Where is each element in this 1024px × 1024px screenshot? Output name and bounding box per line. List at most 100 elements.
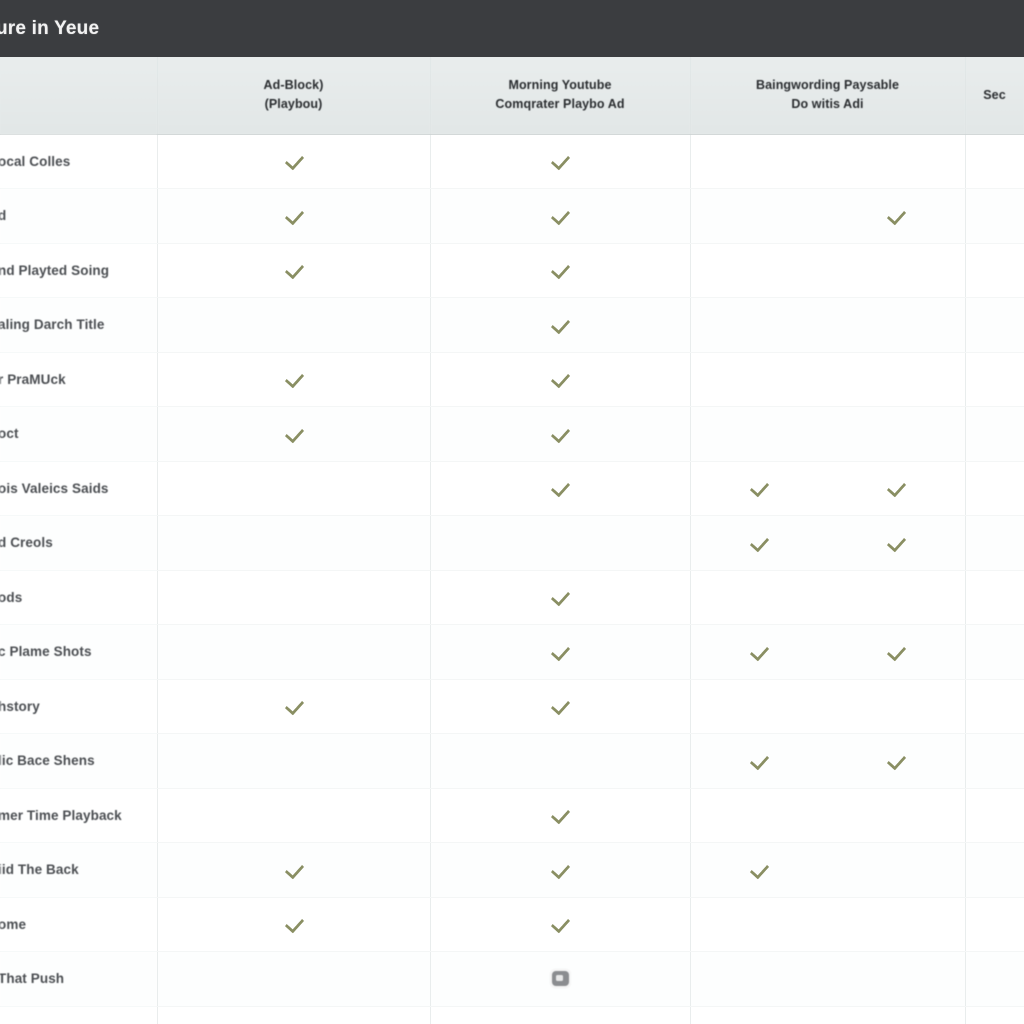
table-row[interactable]: ocal Colles bbox=[0, 134, 1024, 189]
cell-adblock[interactable] bbox=[157, 515, 431, 571]
table-row[interactable]: That Push bbox=[0, 951, 1024, 1007]
cell-adblock[interactable] bbox=[157, 188, 431, 244]
table-row[interactable]: mer Time Playback bbox=[0, 788, 1024, 843]
cell-adblock[interactable] bbox=[157, 134, 431, 189]
cell-morning[interactable] bbox=[430, 624, 691, 680]
cell-sec[interactable] bbox=[965, 624, 1024, 680]
cell-morning[interactable] bbox=[430, 134, 691, 189]
cell-sec[interactable] bbox=[965, 515, 1024, 571]
cell-bringing[interactable] bbox=[690, 515, 966, 571]
comparison-table-scroll-area[interactable]: Ad-Block) (Playbou) Morning Youtube Comq… bbox=[0, 57, 1024, 1024]
cell-morning[interactable] bbox=[430, 733, 691, 789]
table-row[interactable]: nd Playted Soing bbox=[0, 243, 1024, 298]
column-header-adblock[interactable]: Ad-Block) (Playbou) bbox=[157, 57, 431, 135]
cell-morning[interactable] bbox=[430, 679, 691, 734]
cell-adblock[interactable] bbox=[157, 351, 431, 407]
cell-morning[interactable] bbox=[430, 188, 691, 244]
cell-sec[interactable] bbox=[965, 297, 1024, 353]
column-header-sec[interactable]: Sec bbox=[965, 57, 1024, 135]
cell-adblock[interactable] bbox=[157, 297, 431, 353]
column-header-feature[interactable] bbox=[0, 57, 158, 135]
cell-morning[interactable] bbox=[430, 406, 691, 462]
cell-morning[interactable] bbox=[430, 570, 691, 625]
cell-morning[interactable] bbox=[430, 297, 691, 353]
cell-morning[interactable] bbox=[430, 351, 691, 407]
cell-bringing[interactable] bbox=[690, 788, 966, 843]
table-row[interactable]: ods bbox=[0, 570, 1024, 625]
cell-adblock[interactable] bbox=[157, 1006, 431, 1024]
cell-adblock[interactable] bbox=[157, 842, 431, 898]
cell-adblock[interactable] bbox=[157, 243, 431, 298]
cell-sec[interactable] bbox=[965, 188, 1024, 244]
cell-morning[interactable] bbox=[430, 842, 691, 898]
table-row[interactable]: d bbox=[0, 188, 1024, 244]
cell-bringing[interactable] bbox=[690, 951, 966, 1007]
cell-adblock[interactable] bbox=[157, 570, 431, 625]
cell-bringing[interactable] bbox=[690, 188, 966, 244]
cell-bringing[interactable] bbox=[690, 897, 966, 952]
cell-sec[interactable] bbox=[965, 679, 1024, 734]
cell-bringing-slot-a bbox=[691, 789, 828, 843]
cell-adblock-content bbox=[158, 516, 430, 570]
cell-sec[interactable] bbox=[965, 788, 1024, 843]
column-header-morning[interactable]: Morning Youtube Comqrater Playbo Ad bbox=[430, 57, 691, 135]
sec-empty bbox=[966, 843, 1024, 897]
cell-sec[interactable] bbox=[965, 570, 1024, 625]
cell-bringing[interactable] bbox=[690, 1006, 966, 1024]
cell-adblock[interactable] bbox=[157, 460, 431, 516]
table-row[interactable]: hstory bbox=[0, 679, 1024, 734]
cell-sec[interactable] bbox=[965, 842, 1024, 898]
cell-sec[interactable] bbox=[965, 406, 1024, 462]
cell-bringing[interactable] bbox=[690, 733, 966, 789]
cell-bringing[interactable] bbox=[690, 460, 966, 516]
table-row[interactable]: r PraMUck bbox=[0, 351, 1024, 407]
cell-bringing[interactable] bbox=[690, 624, 966, 680]
cell-bringing[interactable] bbox=[690, 297, 966, 353]
cell-adblock[interactable] bbox=[157, 897, 431, 952]
cell-sec[interactable] bbox=[965, 951, 1024, 1007]
table-row[interactable] bbox=[0, 1006, 1024, 1024]
cell-sec[interactable] bbox=[965, 134, 1024, 189]
cell-morning[interactable] bbox=[430, 951, 691, 1007]
cell-morning[interactable] bbox=[430, 788, 691, 843]
table-row[interactable]: d Creols bbox=[0, 515, 1024, 571]
cell-adblock[interactable] bbox=[157, 624, 431, 680]
adblock-empty bbox=[158, 625, 430, 679]
cell-sec[interactable] bbox=[965, 1006, 1024, 1024]
cell-sec[interactable] bbox=[965, 243, 1024, 298]
cell-morning[interactable] bbox=[430, 897, 691, 952]
table-row[interactable]: lic Bace Shens bbox=[0, 733, 1024, 789]
cell-adblock[interactable] bbox=[157, 788, 431, 843]
cell-bringing[interactable] bbox=[690, 406, 966, 462]
cell-bringing[interactable] bbox=[690, 842, 966, 898]
cell-morning[interactable] bbox=[430, 243, 691, 298]
cell-adblock[interactable] bbox=[157, 733, 431, 789]
cell-sec[interactable] bbox=[965, 897, 1024, 952]
feature-name-label: d bbox=[0, 208, 6, 223]
cell-bringing[interactable] bbox=[690, 243, 966, 298]
cell-morning[interactable] bbox=[430, 460, 691, 516]
bringing-b-empty bbox=[828, 135, 965, 189]
cell-adblock[interactable] bbox=[157, 951, 431, 1007]
cell-sec[interactable] bbox=[965, 733, 1024, 789]
cell-bringing[interactable] bbox=[690, 679, 966, 734]
table-row[interactable]: oct bbox=[0, 406, 1024, 462]
cell-bringing-slot-b bbox=[828, 1007, 965, 1024]
cell-sec[interactable] bbox=[965, 351, 1024, 407]
cell-bringing[interactable] bbox=[690, 570, 966, 625]
cell-morning[interactable] bbox=[430, 515, 691, 571]
table-row[interactable]: aling Darch Title bbox=[0, 297, 1024, 353]
cell-bringing[interactable] bbox=[690, 134, 966, 189]
cell-bringing[interactable] bbox=[690, 351, 966, 407]
table-row[interactable]: ome bbox=[0, 897, 1024, 952]
cell-adblock[interactable] bbox=[157, 406, 431, 462]
table-row[interactable]: ois Valeics Saids bbox=[0, 460, 1024, 516]
table-row[interactable]: c Plame Shots bbox=[0, 624, 1024, 680]
column-header-morning-line2: Comqrater Playbo Ad bbox=[495, 97, 625, 112]
adblock-empty bbox=[158, 952, 430, 1006]
cell-adblock[interactable] bbox=[157, 679, 431, 734]
table-row[interactable]: iid The Back bbox=[0, 842, 1024, 898]
cell-sec[interactable] bbox=[965, 460, 1024, 516]
column-header-bringing[interactable]: Baingwording Paysable Do witis Adi bbox=[690, 57, 966, 135]
cell-morning[interactable] bbox=[430, 1006, 691, 1024]
